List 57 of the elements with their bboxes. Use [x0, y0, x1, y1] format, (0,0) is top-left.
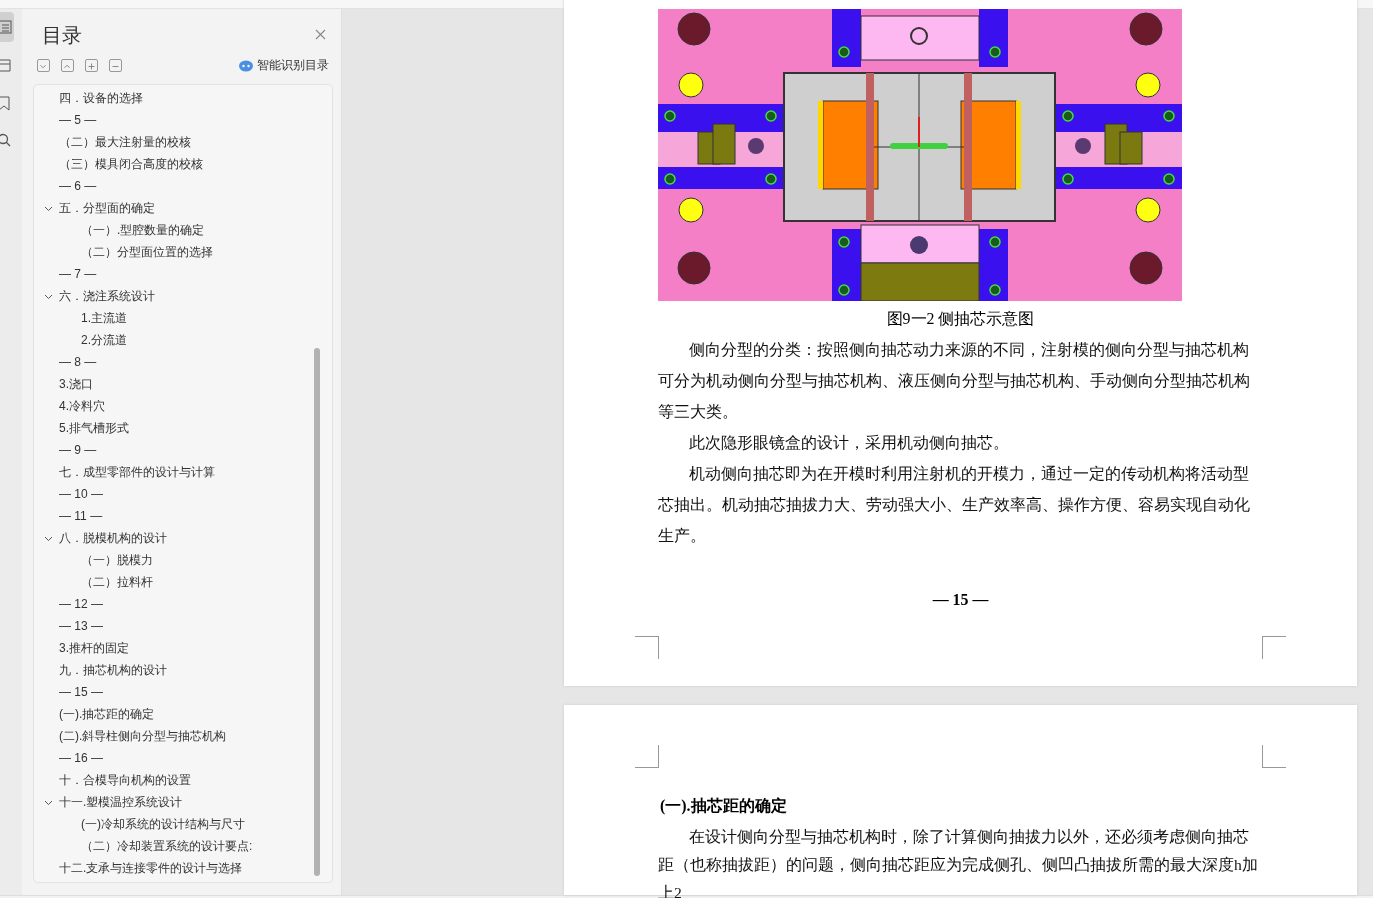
- toc-item[interactable]: (一).抽芯距的确定: [59, 705, 155, 723]
- figure-caption: 图9一2 侧抽芯示意图: [885, 309, 1036, 329]
- toc-item[interactable]: （二）拉料杆: [81, 573, 153, 591]
- toc-item[interactable]: — 8 —: [59, 355, 97, 369]
- toc-item[interactable]: 十一.塑模温控系统设计: [59, 793, 183, 811]
- toc-item[interactable]: — 6 —: [59, 179, 97, 193]
- toc-item[interactable]: 十．合模导向机构的设置: [59, 771, 191, 789]
- toc-item[interactable]: — 13 —: [59, 619, 103, 633]
- toc-item[interactable]: 4.冷料穴: [59, 397, 105, 415]
- toc-item[interactable]: 3.推杆的固定: [59, 639, 129, 657]
- paragraph: 在设计侧向分型与抽芯机构时，除了计算侧向抽拔力以外，还必须考虑侧向抽芯距（也称抽拔距）的问题，侧向抽芯距应为完成侧孔、侧凹凸抽拔所需的最大深度h加上2: [658, 827, 1259, 898]
- crop-mark: [635, 636, 659, 659]
- robot-icon: [239, 59, 253, 72]
- toc-item[interactable]: （一）脱模力: [81, 551, 153, 569]
- toc-item[interactable]: 五．分型面的确定: [59, 199, 155, 217]
- chevron-down-icon[interactable]: [37, 59, 50, 72]
- toc-item[interactable]: 九．抽芯机构的设计: [59, 661, 167, 679]
- close-icon[interactable]: [315, 29, 327, 41]
- toc-item[interactable]: (一)冷却系统的设计结构与尺寸: [81, 815, 245, 833]
- paragraph: 此次隐形眼镜盒的设计，采用机动侧向抽芯。: [688, 433, 1011, 453]
- toc-item[interactable]: （一）.型腔数量的确定: [81, 221, 205, 239]
- toc-item[interactable]: — 5 —: [59, 113, 97, 127]
- toc-item[interactable]: (二).斜导柱侧向分型与抽芯机构: [59, 727, 227, 745]
- paragraph: 侧向分型的分类：按照侧向抽芯动力来源的不同，注射模的侧向分型与抽芯机构可分为机动侧向分型与抽芯机构、液压侧向分型与抽芯机构、手动侧向分型抽芯机构等三大类。: [658, 340, 1251, 422]
- toc-item[interactable]: （二）分型面位置的选择: [81, 243, 213, 261]
- toc-item[interactable]: 七．成型零部件的设计与计算: [59, 463, 215, 481]
- section-heading: (一).抽芯距的确定: [660, 796, 788, 817]
- toc-item[interactable]: 5.排气槽形式: [59, 419, 129, 437]
- toc-item[interactable]: — 16 —: [59, 751, 103, 765]
- toc-item[interactable]: 十二.支承与连接零件的设计与选择: [59, 859, 243, 877]
- toc-item[interactable]: 2.分流道: [81, 331, 127, 349]
- page-number: — 15 —: [931, 591, 990, 609]
- chevron-up-icon[interactable]: [61, 59, 74, 72]
- toc-item[interactable]: — 9 —: [59, 443, 97, 457]
- panel-title: 目录: [42, 22, 82, 48]
- scrollbar[interactable]: [314, 348, 320, 876]
- toc-item[interactable]: （二）最大注射量的校核: [59, 133, 191, 151]
- toc-item[interactable]: — 11 —: [59, 509, 103, 523]
- paragraph: 机动侧向抽芯即为在开模时利用注射机的开模力，通过一定的传动机构将活动型芯抽出。机动抽芯抽拔力大、劳动强大小、生产效率高、操作方便、容易实现自动化生产。: [658, 464, 1251, 546]
- toc-item[interactable]: — 7 —: [59, 267, 97, 281]
- crop-mark: [1262, 745, 1286, 768]
- plus-icon[interactable]: [85, 59, 98, 72]
- toc-item[interactable]: 四．设备的选择: [59, 89, 143, 107]
- toc-item[interactable]: （二）冷却装置系统的设计要点:: [81, 837, 253, 855]
- smart-toc-button[interactable]: 智能识别目录: [239, 57, 329, 74]
- toc-item[interactable]: 1.主流道: [81, 309, 127, 327]
- toc-item[interactable]: — 12 —: [59, 597, 103, 611]
- list-icon[interactable]: [0, 12, 14, 42]
- minus-icon[interactable]: [109, 59, 122, 72]
- toc-item[interactable]: 六．浇注系统设计: [59, 287, 155, 305]
- toc-item[interactable]: — 15 —: [59, 685, 103, 699]
- toc-item[interactable]: — 10 —: [59, 487, 103, 501]
- toc-item[interactable]: （三）模具闭合高度的校核: [59, 155, 203, 173]
- toc-item[interactable]: 3.浇口: [59, 375, 93, 393]
- crop-mark: [1262, 636, 1286, 659]
- crop-mark: [635, 745, 659, 768]
- toc-item[interactable]: 八．脱模机构的设计: [59, 529, 167, 547]
